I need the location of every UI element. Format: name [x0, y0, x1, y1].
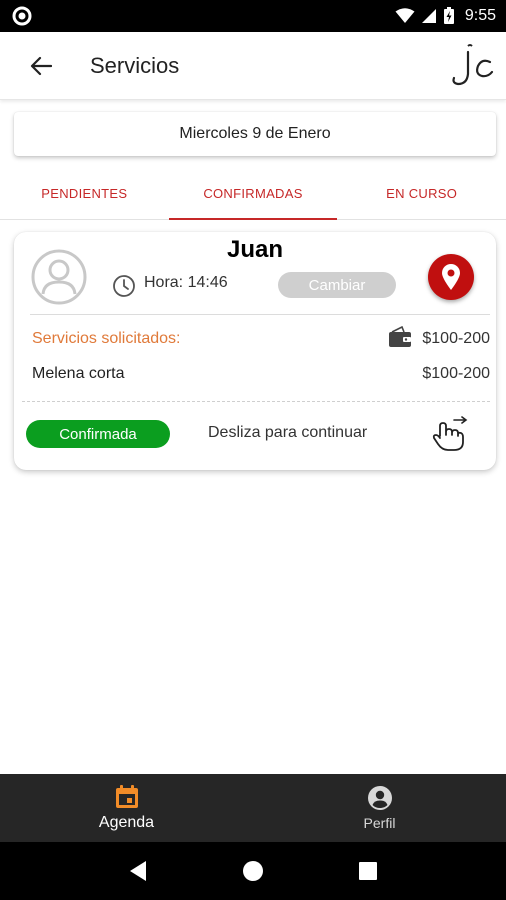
swipe-hand-icon[interactable] [432, 416, 470, 452]
dashed-divider [22, 401, 490, 402]
system-navigation-bar [0, 842, 506, 900]
tab-bar: PENDIENTES CONFIRMADAS EN CURSO [0, 168, 506, 220]
system-home-button[interactable] [235, 853, 271, 889]
status-bar: 9:55 [0, 0, 506, 32]
system-back-button[interactable] [120, 853, 156, 889]
nav-label-agenda: Agenda [98, 814, 155, 831]
nav-label-perfil: Perfil [363, 815, 396, 831]
tab-pendientes[interactable]: PENDIENTES [0, 168, 169, 219]
battery-icon [443, 7, 454, 24]
card-divider [30, 314, 490, 315]
client-name: Juan [226, 236, 283, 263]
price-range: $100-200 [422, 330, 490, 347]
map-pin-icon [442, 264, 460, 290]
nav-item-perfil[interactable]: Perfil [253, 774, 506, 842]
square-recents-icon [359, 862, 378, 880]
service-item-name: Melena corta [32, 365, 125, 382]
clock-time: 9:55 [464, 7, 496, 24]
jc-logo-icon [452, 44, 494, 86]
calendar-icon [115, 785, 138, 808]
page-title: Servicios [90, 52, 180, 78]
wallet-icon [389, 326, 411, 347]
services-requested-label: Servicios solicitados: [32, 330, 181, 347]
location-button[interactable] [428, 254, 474, 300]
service-item-price: $100-200 [422, 365, 490, 382]
account-circle-icon [367, 786, 392, 810]
wifi-icon [395, 8, 415, 23]
date-selector[interactable]: Miercoles 9 de Enero [14, 112, 496, 156]
back-button[interactable] [16, 41, 66, 91]
swipe-hint: Desliza para continuar [208, 424, 368, 441]
status-left [12, 6, 32, 26]
tab-en-curso[interactable]: EN CURSO [337, 168, 506, 219]
clock-icon [113, 275, 135, 297]
bottom-navigation: Agenda Perfil [0, 774, 506, 842]
status-badge: Confirmada [26, 420, 170, 448]
triangle-back-icon [129, 861, 146, 881]
system-recents-button[interactable] [350, 853, 386, 889]
app-bar: Servicios [0, 32, 506, 100]
signal-icon [421, 9, 436, 23]
status-right: 9:55 [395, 7, 496, 25]
service-card[interactable]: Juan Hora: 14:46 Cambiar Servicios solic… [14, 232, 496, 470]
tab-confirmadas[interactable]: CONFIRMADAS [168, 168, 338, 220]
circle-home-icon [242, 861, 263, 881]
notification-circle-icon [12, 6, 32, 26]
arrow-left-icon [30, 56, 52, 75]
nav-item-agenda[interactable]: Agenda [0, 774, 253, 842]
change-time-button[interactable]: Cambiar [278, 272, 396, 298]
appointment-time: Hora: 14:46 [144, 274, 228, 291]
